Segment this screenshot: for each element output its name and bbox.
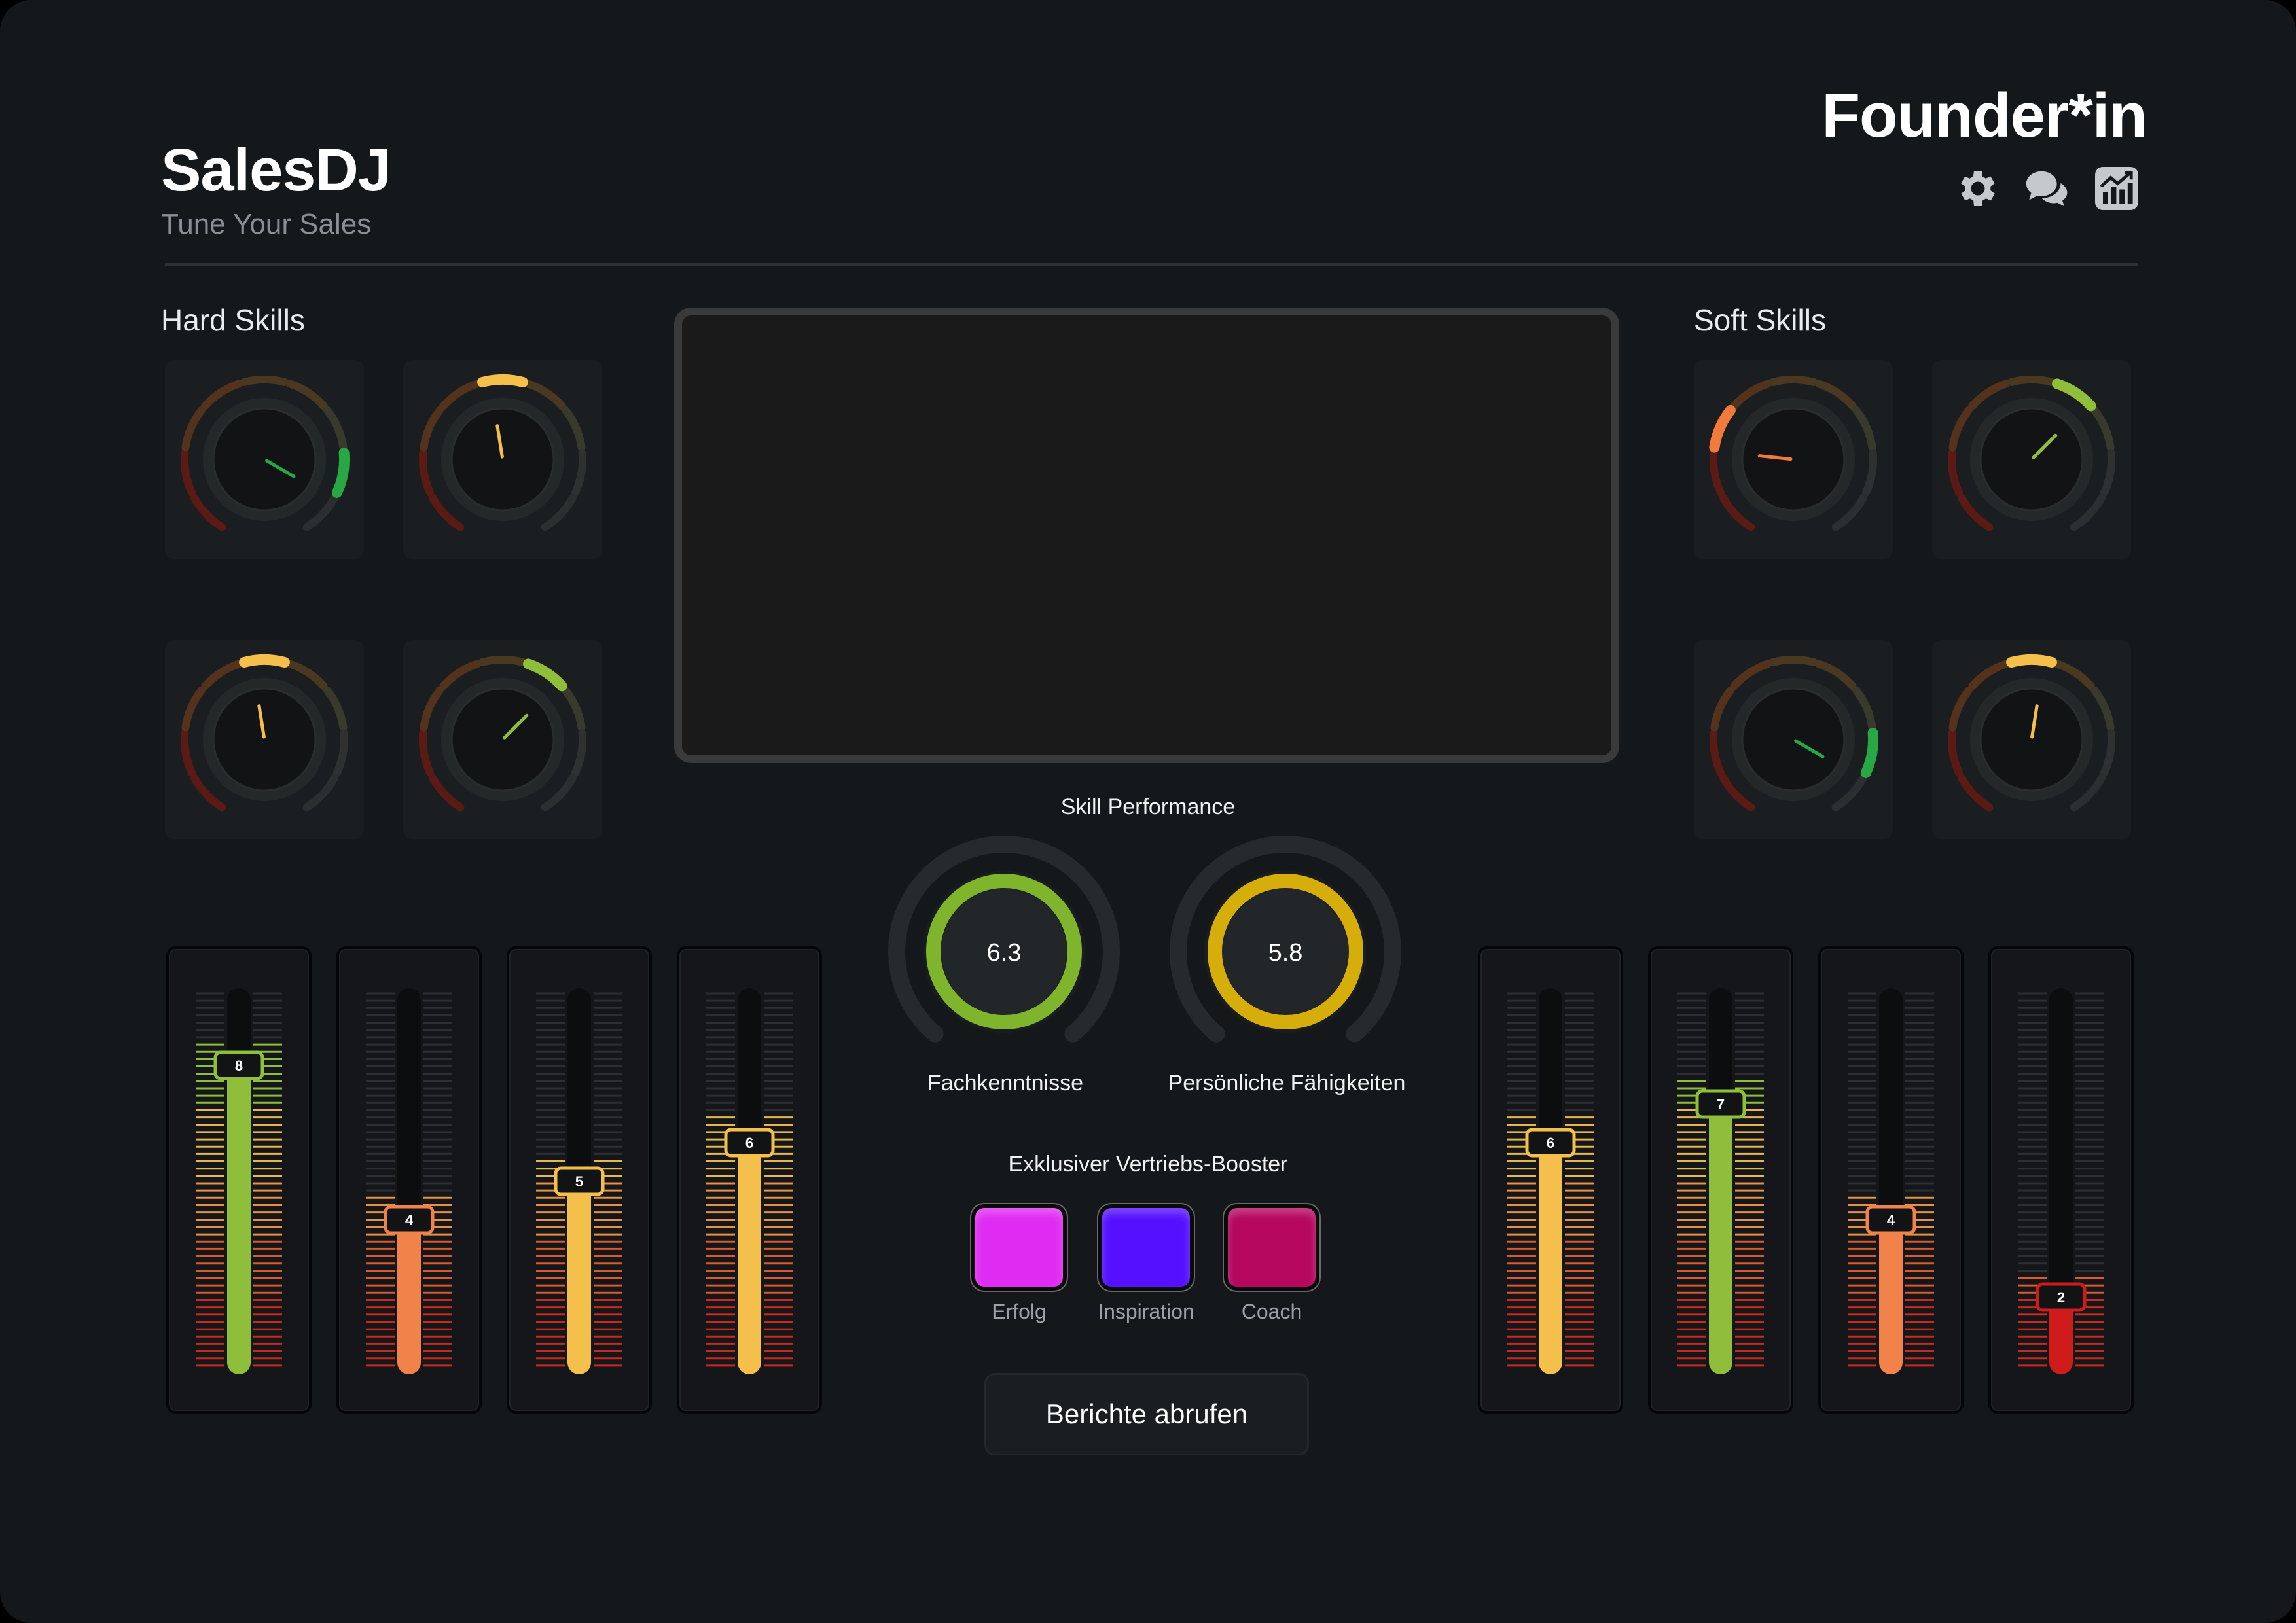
gauge-label-fachkenntnisse: Fachkenntnisse [927,1071,1084,1096]
skill-performance-title: Skill Performance [1060,794,1236,819]
chat-icon[interactable] [2022,164,2072,213]
fader-value: 2 [2057,1289,2065,1306]
booster-button-inspiration[interactable] [1098,1204,1194,1291]
hard-skills-heading: Hard Skills [161,303,305,337]
reports-button[interactable]: Berichte abrufen [984,1373,1309,1455]
booster-label-coach: Coach [1241,1300,1302,1323]
hard-skill-fader-1[interactable]: 8 [166,946,312,1414]
header-divider [165,263,2138,266]
soft-skill-fader-4[interactable]: 2 [1988,946,2134,1414]
gauge-label-persoenlich: Persönliche Fähigkeiten [1168,1071,1406,1096]
gauge-value: 6.3 [987,939,1022,967]
fader-value: 5 [575,1173,583,1190]
soft-skills-heading: Soft Skills [1694,303,1826,337]
performance-gauge-persoenlich: 5.8 [1168,834,1403,1069]
fader-value: 7 [1717,1096,1725,1113]
soft-skill-knob-1[interactable] [1694,360,1893,559]
fader-value: 6 [745,1135,753,1151]
performance-gauge-fachkenntnisse: 6.3 [886,834,1122,1069]
role-label: Founder*in [1821,80,2147,151]
app-frame: SalesDJ Tune Your Sales Founder*in Hard … [0,0,2296,1623]
soft-skill-knob-2[interactable] [1932,360,2131,559]
soft-skill-fader-2[interactable]: 7 [1648,946,1793,1414]
soft-skill-knob-3[interactable] [1694,640,1893,839]
soft-skill-fader-1[interactable]: 6 [1478,946,1623,1414]
booster-label-inspiration: Inspiration [1098,1300,1194,1323]
display-screen [674,308,1619,763]
hard-skill-fader-3[interactable]: 5 [507,946,652,1414]
gauge-value: 5.8 [1268,939,1303,967]
hard-skill-fader-4[interactable]: 6 [677,946,822,1414]
booster-label-erfolg: Erfolg [992,1300,1047,1323]
fader-value: 4 [1887,1212,1895,1228]
booster-button-coach[interactable] [1224,1204,1319,1291]
hard-skill-knob-3[interactable] [165,640,364,839]
app-subtitle: Tune Your Sales [161,208,372,240]
booster-button-erfolg[interactable] [971,1204,1067,1291]
chart-icon[interactable] [2092,164,2142,213]
app-title: SalesDJ [161,137,391,204]
hard-skill-knob-1[interactable] [165,360,364,559]
fader-value: 6 [1547,1135,1554,1151]
hard-skill-fader-2[interactable]: 4 [336,946,482,1414]
hard-skill-knob-2[interactable] [403,360,602,559]
gear-icon[interactable] [1953,164,2003,213]
soft-skill-fader-3[interactable]: 4 [1818,946,1964,1414]
booster-title: Exklusiver Vertriebs-Booster [1008,1152,1288,1177]
fader-value: 4 [405,1212,414,1228]
hard-skill-knob-4[interactable] [403,640,602,839]
fader-value: 8 [235,1058,243,1074]
header-icons [1953,164,2142,213]
soft-skill-knob-4[interactable] [1932,640,2131,839]
